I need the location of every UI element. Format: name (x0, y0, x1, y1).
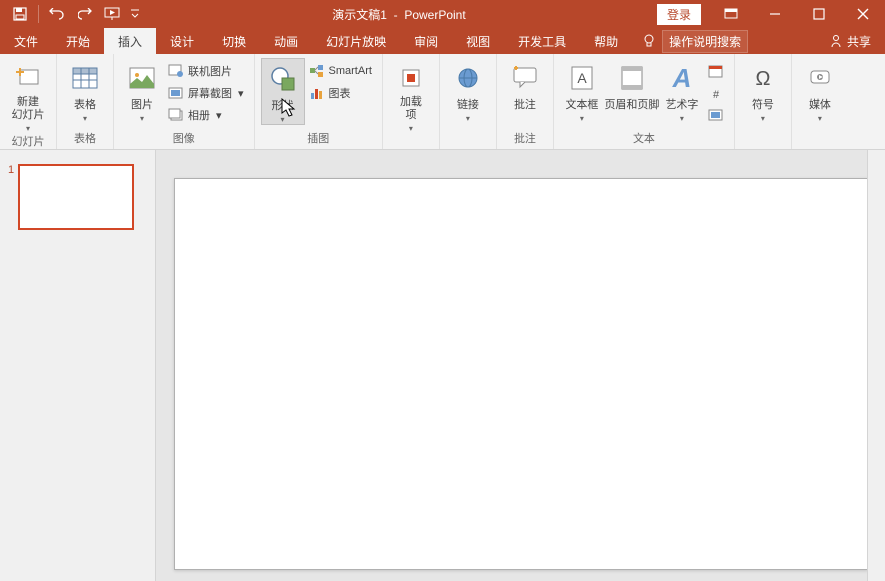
tab-transitions[interactable]: 切换 (208, 28, 260, 54)
window-title: 演示文稿1 - PowerPoint (141, 6, 657, 23)
login-button[interactable]: 登录 (657, 4, 701, 25)
tab-file[interactable]: 文件 (0, 28, 52, 54)
media-button[interactable]: 媒体 ▾ (798, 58, 842, 123)
tab-design[interactable]: 设计 (156, 28, 208, 54)
slide-thumbnail-1[interactable]: 1 (8, 164, 147, 230)
addins-icon (395, 62, 427, 94)
symbol-button[interactable]: Ω 符号 ▾ (741, 58, 785, 123)
date-time-button[interactable] (704, 60, 728, 82)
media-icon (804, 62, 836, 94)
tab-developer[interactable]: 开发工具 (504, 28, 580, 54)
shapes-icon (267, 63, 299, 95)
maximize-button[interactable] (797, 0, 841, 28)
link-icon (452, 62, 484, 94)
link-button[interactable]: 链接 ▾ (446, 58, 490, 123)
symbol-icon: Ω (747, 62, 779, 94)
object-icon (708, 107, 724, 123)
tab-view[interactable]: 视图 (452, 28, 504, 54)
tab-home[interactable]: 开始 (52, 28, 104, 54)
header-footer-icon (616, 62, 648, 94)
tab-insert[interactable]: 插入 (104, 28, 156, 54)
new-slide-icon (12, 62, 44, 94)
screenshot-button[interactable]: 屏幕截图 ▾ (164, 82, 248, 104)
online-pictures-icon (168, 63, 184, 79)
ribbon-tabs: 文件 开始 插入 设计 切换 动画 幻灯片放映 审阅 视图 开发工具 帮助 操作… (0, 28, 885, 54)
group-comments: 批注 批注 (497, 54, 554, 149)
comment-button[interactable]: 批注 (503, 58, 547, 112)
tab-animations[interactable]: 动画 (260, 28, 312, 54)
wordart-icon: A (666, 62, 698, 94)
slide-thumbnail-panel[interactable]: 1 (0, 150, 156, 581)
wordart-button[interactable]: A 艺术字 ▾ (660, 58, 704, 123)
tab-help[interactable]: 帮助 (580, 28, 632, 54)
svg-text:#: # (713, 89, 720, 100)
title-bar: 演示文稿1 - PowerPoint 登录 (0, 0, 885, 28)
doc-name: 演示文稿1 (332, 8, 387, 22)
slide-canvas[interactable] (174, 178, 868, 570)
table-button[interactable]: 表格 ▾ (63, 58, 107, 123)
addins-button[interactable]: 加载 项 ▾ (389, 58, 433, 133)
slide-number-button[interactable]: # (704, 82, 728, 104)
svg-text:Ω: Ω (755, 68, 770, 90)
online-pictures-button[interactable]: 联机图片 (164, 60, 248, 82)
smartart-icon (309, 63, 325, 79)
chart-button[interactable]: 图表 (305, 82, 376, 104)
thumb-number: 1 (8, 164, 14, 230)
group-tables: 表格 ▾ 表格 (57, 54, 114, 149)
redo-button[interactable] (73, 2, 97, 26)
smartart-button[interactable]: SmartArt (305, 60, 376, 82)
start-from-beginning-button[interactable] (101, 2, 125, 26)
album-icon (168, 107, 184, 123)
share-button[interactable]: 共享 (815, 28, 885, 54)
svg-text:A: A (672, 65, 692, 91)
textbox-icon: A (566, 62, 598, 94)
number-icon: # (708, 85, 724, 101)
group-links: 链接 ▾ (440, 54, 497, 149)
object-button[interactable] (704, 104, 728, 126)
header-footer-button[interactable]: 页眉和页脚 (604, 58, 660, 112)
pictures-button[interactable]: 图片 ▾ (120, 58, 164, 123)
workspace: 1 (0, 150, 885, 581)
textbox-button[interactable]: A 文本框 ▾ (560, 58, 604, 123)
group-slides: 新建 幻灯片 ▾ 幻灯片 (0, 54, 57, 149)
quick-access-toolbar (0, 2, 141, 26)
svg-text:A: A (577, 70, 587, 86)
new-slide-button[interactable]: 新建 幻灯片 ▾ (6, 58, 50, 133)
undo-button[interactable] (45, 2, 69, 26)
ribbon-display-button[interactable] (709, 0, 753, 28)
group-symbols: Ω 符号 ▾ (735, 54, 792, 149)
group-text: A 文本框 ▾ 页眉和页脚 A 艺术字 ▾ # (554, 54, 735, 149)
shapes-button[interactable]: 形状 ▾ (261, 58, 305, 125)
comment-icon (509, 62, 541, 94)
lightbulb-icon (642, 34, 656, 48)
ribbon: 新建 幻灯片 ▾ 幻灯片 表格 ▾ 表格 图片 ▾ (0, 54, 885, 150)
thumb-preview[interactable] (18, 164, 134, 230)
group-addins: 加载 项 ▾ (383, 54, 440, 149)
screenshot-icon (168, 85, 184, 101)
vertical-scrollbar[interactable] (867, 150, 885, 581)
tab-review[interactable]: 审阅 (400, 28, 452, 54)
table-icon (69, 62, 101, 94)
save-button[interactable] (8, 2, 32, 26)
tell-me-label: 操作说明搜索 (662, 30, 748, 53)
group-images: 图片 ▾ 联机图片 屏幕截图 ▾ 相册 ▾ 图像 (114, 54, 255, 149)
share-icon (829, 34, 843, 48)
tab-slideshow[interactable]: 幻灯片放映 (312, 28, 400, 54)
slide-edit-area[interactable] (156, 150, 885, 581)
chart-icon (309, 85, 325, 101)
minimize-button[interactable] (753, 0, 797, 28)
date-icon (708, 63, 724, 79)
picture-icon (126, 62, 158, 94)
qat-customize-button[interactable] (129, 2, 141, 26)
photo-album-button[interactable]: 相册 ▾ (164, 104, 248, 126)
tell-me-search[interactable]: 操作说明搜索 (632, 28, 758, 54)
app-name: PowerPoint (404, 8, 465, 22)
close-button[interactable] (841, 0, 885, 28)
group-illustrations: 形状 ▾ SmartArt 图表 插图 (255, 54, 383, 149)
group-media: 媒体 ▾ (792, 54, 848, 149)
